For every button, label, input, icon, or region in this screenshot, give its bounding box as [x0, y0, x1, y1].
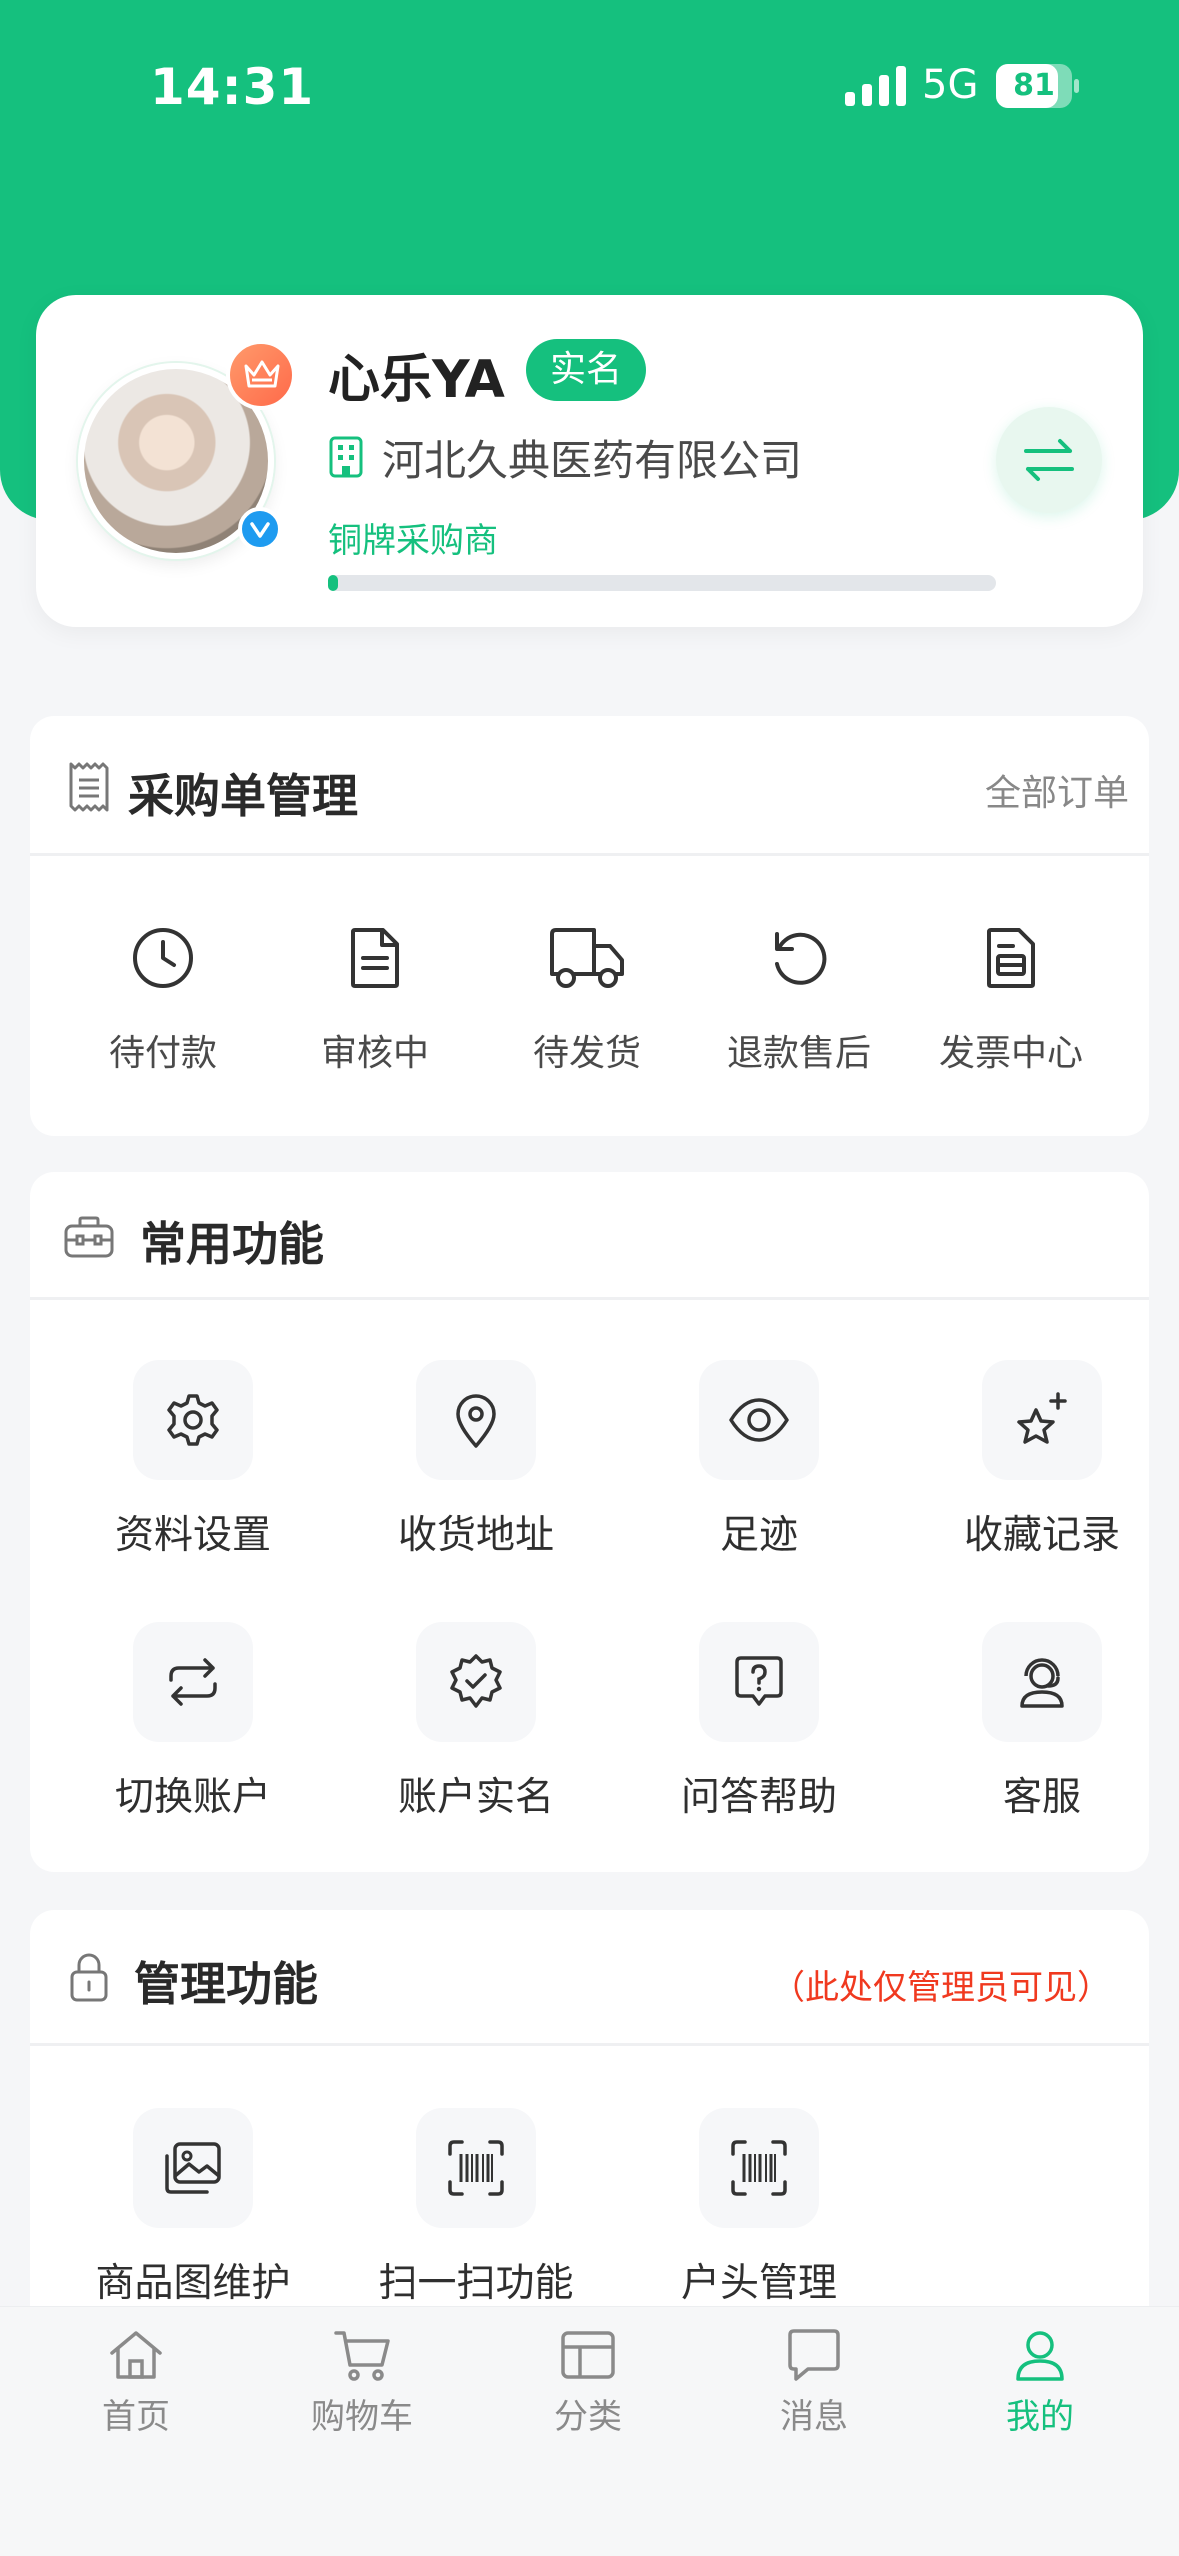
document-icon	[351, 928, 399, 988]
common-title: 常用功能	[140, 1217, 324, 1271]
func-label: 客服	[1002, 1775, 1081, 1820]
func-profile-settings[interactable]: 资料设置	[63, 1360, 323, 1560]
func-label: 户头管理	[680, 2261, 837, 2306]
status-time: 14:31	[150, 58, 315, 116]
tab-mine[interactable]: 我的	[960, 2327, 1120, 2438]
category-icon	[561, 2331, 615, 2379]
bottom-tab-bar: 首页 购物车 分类 消息 我的	[0, 2306, 1179, 2556]
func-qa-help[interactable]: 问答帮助	[629, 1622, 889, 1822]
help-chat-icon	[735, 1656, 783, 1706]
battery-percent: 81	[1013, 68, 1055, 103]
admin-header: 管理功能 （此处仅管理员可见）	[30, 1910, 1149, 2046]
battery-icon: 81	[996, 64, 1080, 108]
tab-category[interactable]: 分类	[508, 2327, 668, 2438]
network-label: 5G	[922, 62, 979, 108]
func-label: 商品图维护	[95, 2261, 291, 2306]
order-label: 审核中	[320, 1033, 429, 1074]
invoice-icon	[987, 928, 1035, 988]
func-product-image-maintenance[interactable]: 商品图维护	[63, 2108, 323, 2308]
level-progress-fill	[328, 575, 338, 591]
receipt-icon	[69, 762, 109, 812]
crown-icon	[226, 340, 296, 410]
order-awaiting-shipment[interactable]: 待发货	[487, 924, 687, 1076]
realname-badge: 实名	[526, 339, 647, 401]
star-sparkle-icon	[1017, 1392, 1067, 1444]
common-header: 常用功能	[30, 1172, 1149, 1300]
verified-check-icon	[238, 507, 282, 551]
member-level: 铜牌采购商	[328, 521, 498, 561]
func-label: 扫一扫功能	[378, 2261, 574, 2306]
func-account-verification[interactable]: 账户实名	[346, 1622, 606, 1822]
order-under-review[interactable]: 审核中	[275, 924, 475, 1076]
order-label: 待付款	[108, 1033, 217, 1074]
barcode-scan-icon	[731, 2140, 787, 2196]
tab-messages[interactable]: 消息	[734, 2327, 894, 2438]
orders-card: 采购单管理 全部订单 待付款 审核中 待发货 退款售后 发票中心	[30, 716, 1149, 1136]
common-functions-card: 常用功能 资料设置 收货地址 足迹 收藏记录 切换账户 账户实名 问答帮助 客服	[30, 1172, 1149, 1872]
func-label: 足迹	[719, 1513, 798, 1558]
profile-page: 14:31 5G 81 心乐YA 实名 河北久典医药有限公司 铜牌采购商 采购单…	[0, 0, 1179, 2556]
func-label: 切换账户	[114, 1775, 271, 1820]
tab-label: 首页	[102, 2397, 170, 2437]
order-label: 退款售后	[726, 1033, 871, 1074]
refund-icon	[775, 932, 827, 985]
toolbox-icon	[64, 1216, 114, 1258]
eye-icon	[729, 1398, 789, 1442]
admin-functions-card: 管理功能 （此处仅管理员可见） 商品图维护 扫一扫功能 户头管理	[30, 1910, 1149, 2370]
order-invoice-center[interactable]: 发票中心	[911, 924, 1111, 1076]
user-icon	[1016, 2331, 1064, 2381]
lock-icon	[70, 1953, 108, 2002]
verified-badge-icon	[450, 1654, 502, 1708]
switch-account-button[interactable]	[996, 407, 1102, 513]
func-label: 资料设置	[114, 1513, 271, 1558]
company-name: 河北久典医药有限公司	[382, 436, 803, 485]
cart-icon	[334, 2331, 390, 2381]
order-refund-aftersale[interactable]: 退款售后	[699, 924, 899, 1076]
barcode-scan-icon	[448, 2140, 504, 2196]
admin-visibility-note: （此处仅管理员可见）	[771, 1968, 1111, 2008]
tab-label: 购物车	[311, 2397, 413, 2437]
user-name: 心乐YA	[328, 350, 505, 410]
headset-agent-icon	[1020, 1658, 1064, 1708]
tab-home[interactable]: 首页	[56, 2327, 216, 2438]
home-icon	[110, 2331, 162, 2379]
func-customer-service[interactable]: 客服	[912, 1622, 1172, 1822]
order-label: 待发货	[532, 1033, 641, 1074]
func-scan[interactable]: 扫一扫功能	[346, 2108, 606, 2308]
func-shipping-address[interactable]: 收货地址	[346, 1360, 606, 1560]
func-label: 收货地址	[397, 1513, 554, 1558]
status-bar: 14:31 5G 81	[0, 0, 1179, 175]
func-label: 账户实名	[397, 1775, 554, 1820]
switch-arrows-icon	[1024, 439, 1074, 481]
orders-title: 采购单管理	[128, 769, 358, 823]
signal-icon	[845, 66, 906, 106]
tab-label: 我的	[1006, 2397, 1074, 2437]
tab-label: 消息	[780, 2397, 848, 2437]
func-switch-account[interactable]: 切换账户	[63, 1622, 323, 1822]
func-label: 收藏记录	[963, 1513, 1120, 1558]
admin-title: 管理功能	[134, 1957, 318, 2011]
func-label: 问答帮助	[680, 1775, 837, 1820]
gear-icon	[167, 1394, 219, 1446]
level-progress-bar	[328, 575, 996, 591]
tab-cart[interactable]: 购物车	[282, 2327, 442, 2438]
location-pin-icon	[456, 1394, 496, 1448]
func-account-head-management[interactable]: 户头管理	[629, 2108, 889, 2308]
truck-icon	[550, 928, 624, 988]
func-favorites[interactable]: 收藏记录	[912, 1360, 1172, 1560]
order-label: 发票中心	[938, 1033, 1083, 1074]
all-orders-link[interactable]: 全部订单	[985, 764, 1129, 816]
orders-header: 采购单管理 全部订单	[30, 716, 1149, 856]
order-pending-payment[interactable]: 待付款	[63, 924, 263, 1076]
message-icon	[788, 2329, 840, 2381]
images-icon	[165, 2142, 221, 2194]
profile-card[interactable]: 心乐YA 实名 河北久典医药有限公司 铜牌采购商	[36, 295, 1143, 627]
building-icon	[329, 436, 363, 478]
clock-icon	[133, 928, 193, 988]
tab-label: 分类	[554, 2397, 622, 2437]
func-footprints[interactable]: 足迹	[629, 1360, 889, 1560]
swap-icon	[169, 1658, 217, 1706]
